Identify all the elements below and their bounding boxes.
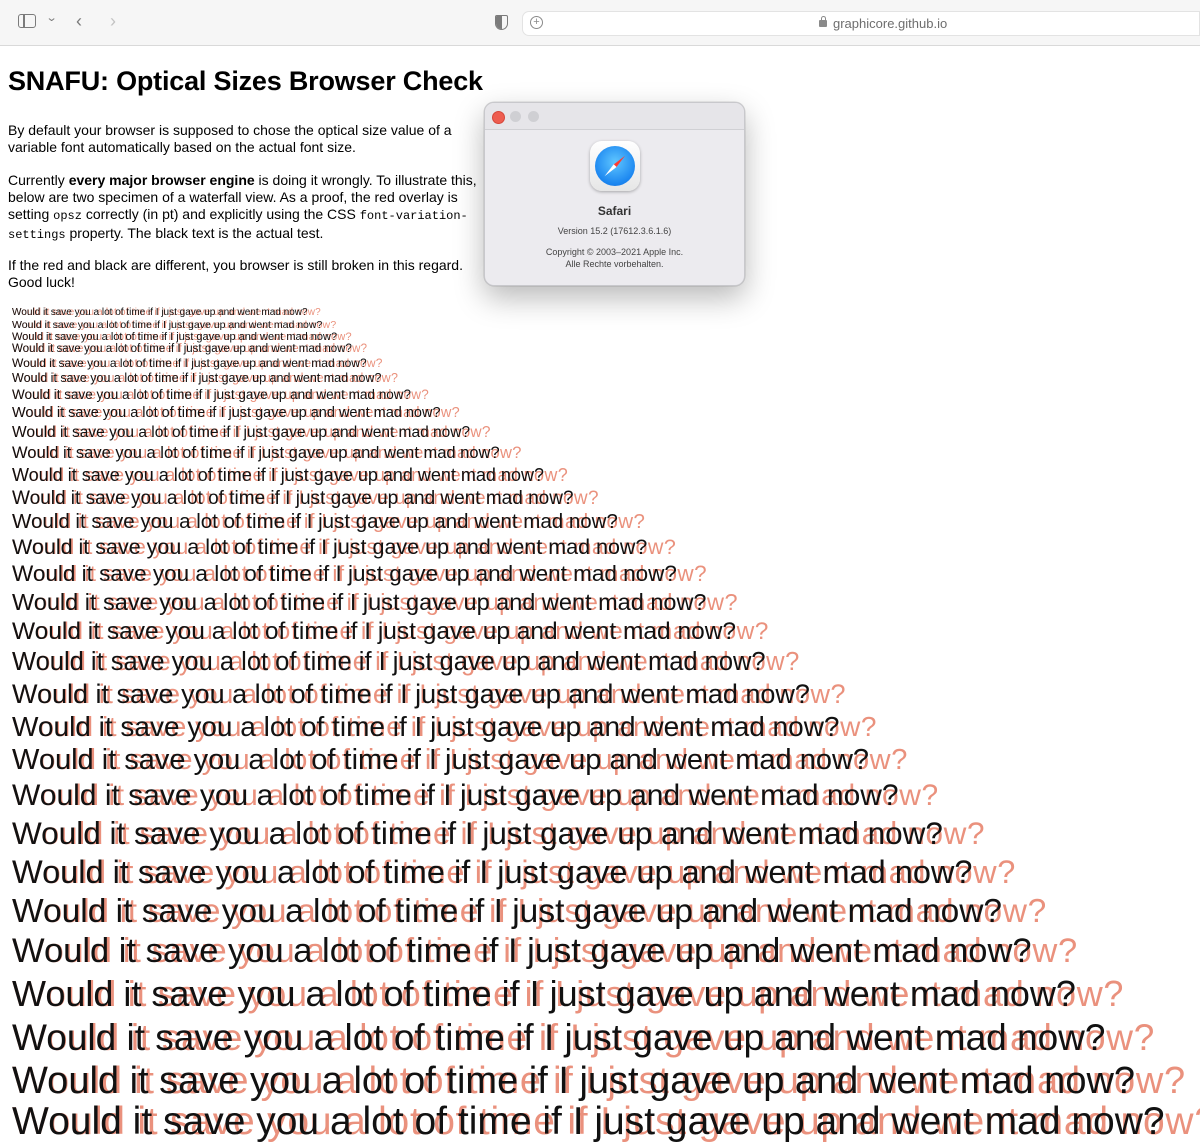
waterfall-black-line: Would it save you a lot of time if I jus…: [12, 444, 500, 462]
waterfall-black-line: Would it save you a lot of time if I jus…: [12, 387, 411, 402]
copyright-line: Copyright © 2003–2021 Apple Inc.: [545, 247, 684, 257]
copyright-notice: Copyright © 2003–2021 Apple Inc. Alle Re…: [485, 246, 744, 270]
waterfall-black-line: Would it save you a lot of time if I jus…: [12, 371, 382, 385]
zoom-button: [528, 111, 539, 122]
waterfall-black-line: Would it save you a lot of time if I jus…: [12, 356, 367, 370]
waterfall-black-line: Would it save you a lot of time if I jus…: [12, 343, 352, 355]
waterfall-black-line: Would it save you a lot of time if I jus…: [12, 973, 1076, 1014]
dialog-titlebar: [485, 103, 744, 130]
waterfall-black-line: Would it save you a lot of time if I jus…: [12, 1060, 1136, 1102]
waterfall-black-line: Would it save you a lot of time if I jus…: [12, 618, 737, 645]
about-safari-dialog: Safari Version 15.2 (17612.3.6.1.6) Copy…: [484, 102, 745, 286]
minimize-button: [510, 111, 521, 122]
app-name: Safari: [597, 204, 632, 218]
waterfall-black-line: Would it save you a lot of time if I jus…: [12, 711, 840, 742]
waterfall-black-line: Would it save you a lot of time if I jus…: [12, 331, 338, 343]
waterfall-black-line: Would it save you a lot of time if I jus…: [12, 648, 766, 676]
waterfall-black-line: Would it save you a lot of time if I jus…: [12, 561, 677, 586]
waterfall-black-line: Would it save you a lot of time if I jus…: [12, 319, 323, 331]
app-version: Version 15.2 (17612.3.6.1.6): [557, 226, 672, 236]
close-button[interactable]: [492, 111, 505, 124]
waterfall-black-line: Would it save you a lot of time if I jus…: [12, 1100, 1165, 1143]
safari-compass-icon: [590, 141, 640, 191]
rights-line: Alle Rechte vorbehalten.: [565, 259, 664, 269]
waterfall-black-line: Would it save you a lot of time if I jus…: [12, 932, 1032, 970]
waterfall-black-line: Would it save you a lot of time if I jus…: [12, 307, 308, 318]
waterfall-black-line: Would it save you a lot of time if I jus…: [12, 779, 899, 812]
waterfall-black-line: Would it save you a lot of time if I jus…: [12, 535, 648, 559]
waterfall-black-line: Would it save you a lot of time if I jus…: [12, 1017, 1106, 1058]
waterfall-black-line: Would it save you a lot of time if I jus…: [12, 893, 1003, 930]
waterfall-black-line: Would it save you a lot of time if I jus…: [12, 510, 618, 533]
waterfall-black-line: Would it save you a lot of time if I jus…: [12, 589, 707, 615]
waterfall-black-line: Would it save you a lot of time if I jus…: [12, 405, 441, 421]
waterfall-black-line: Would it save you a lot of time if I jus…: [12, 744, 870, 776]
waterfall-black-line: Would it save you a lot of time if I jus…: [12, 424, 471, 441]
waterfall-black-line: Would it save you a lot of time if I jus…: [12, 854, 973, 890]
waterfall-black-line: Would it save you a lot of time if I jus…: [12, 679, 810, 709]
waterfall-black-line: Would it save you a lot of time if I jus…: [12, 488, 574, 509]
waterfall-black-line: Would it save you a lot of time if I jus…: [12, 815, 943, 851]
waterfall-black-line: Would it save you a lot of time if I jus…: [12, 465, 544, 485]
